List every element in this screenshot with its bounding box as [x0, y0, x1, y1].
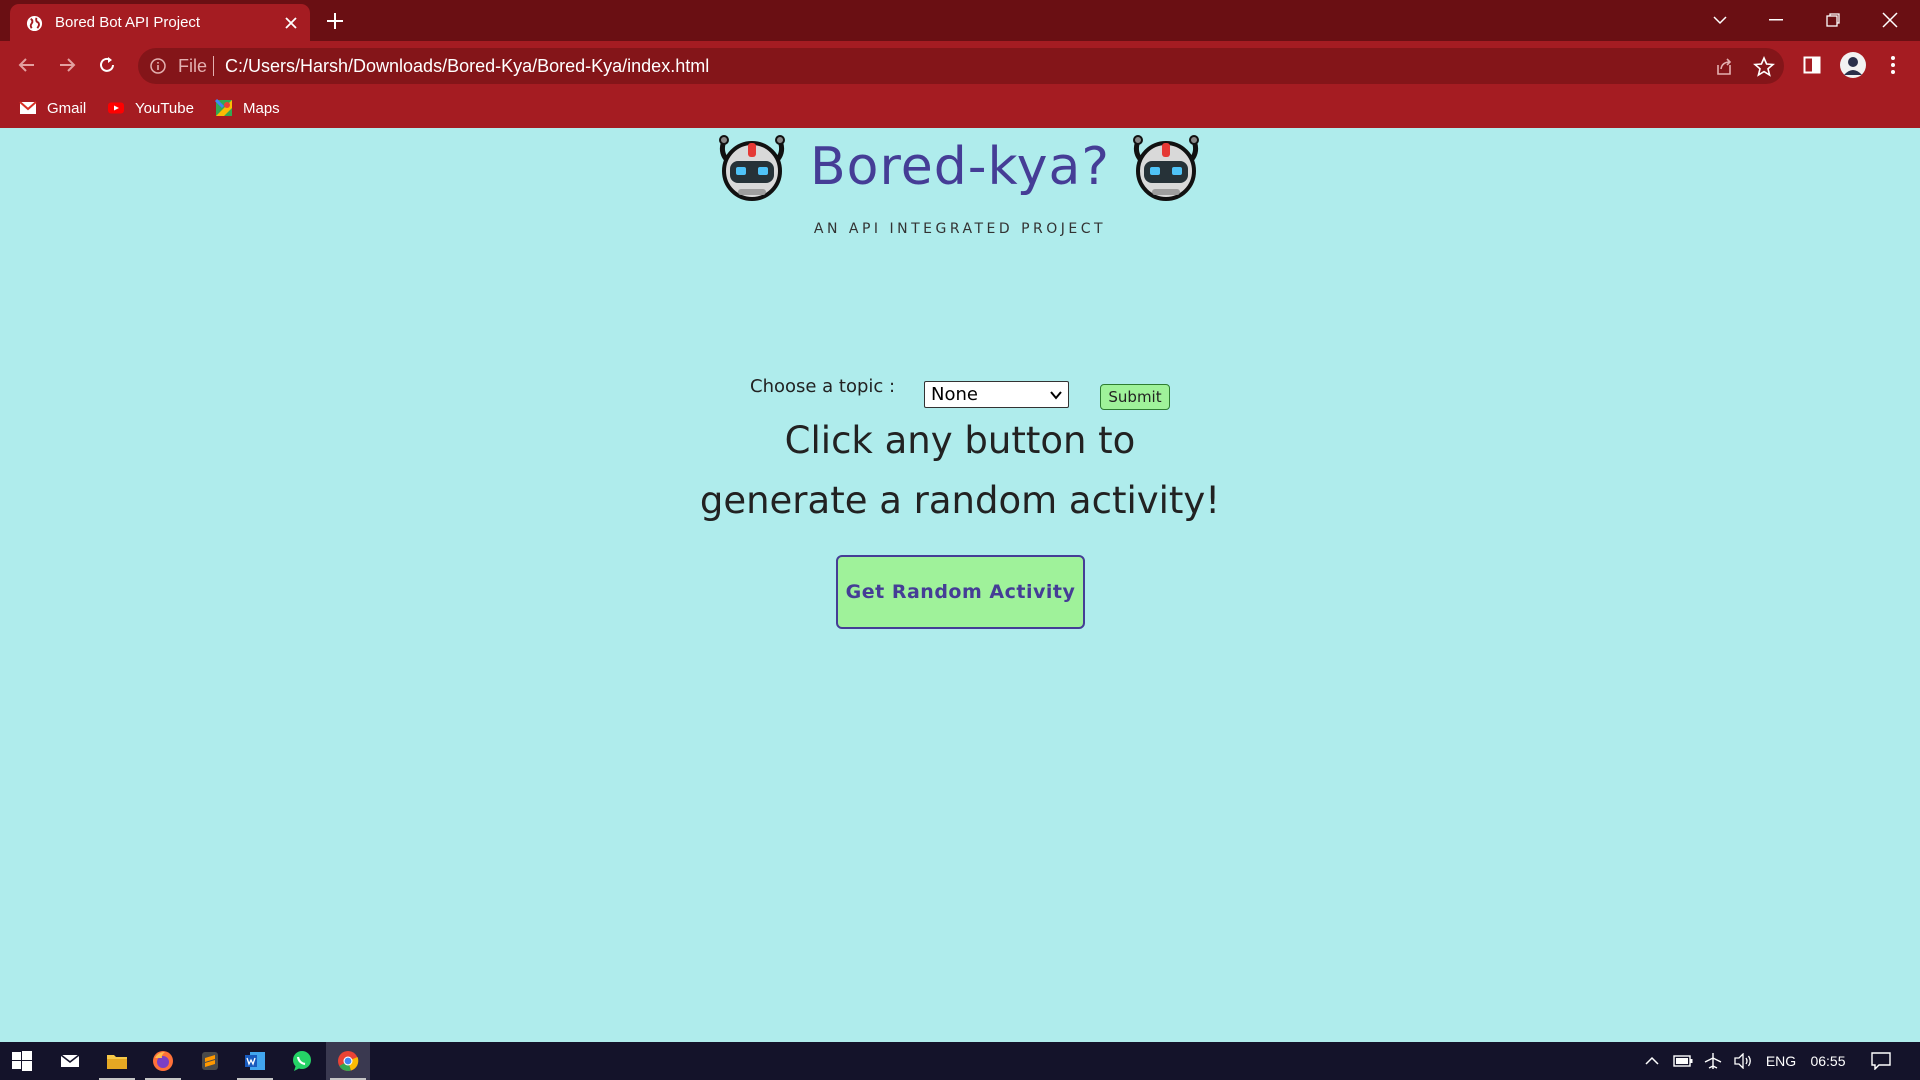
- battery-icon[interactable]: [1670, 1042, 1696, 1080]
- reload-icon[interactable]: [92, 50, 122, 80]
- maps-icon: [215, 99, 232, 116]
- airplane-mode-icon[interactable]: [1700, 1042, 1726, 1080]
- notifications-icon[interactable]: [1866, 1042, 1896, 1080]
- tab-strip: Bored Bot API Project: [0, 0, 1920, 41]
- topic-select[interactable]: None: [924, 381, 1069, 408]
- language-indicator[interactable]: ENG: [1762, 1042, 1800, 1080]
- volume-icon[interactable]: [1730, 1042, 1756, 1080]
- chevron-down-icon: [1050, 391, 1062, 400]
- share-icon[interactable]: [1713, 56, 1735, 78]
- browser-tab[interactable]: Bored Bot API Project: [10, 4, 310, 41]
- sublime-text-icon[interactable]: [188, 1042, 232, 1080]
- bookmark-maps[interactable]: Maps: [215, 97, 280, 119]
- gmail-icon: [19, 101, 37, 114]
- windows-taskbar: ENG 06:55: [0, 1042, 1920, 1080]
- close-window-icon[interactable]: [1870, 6, 1910, 34]
- youtube-icon: [108, 102, 124, 114]
- prompt-line-2: generate a random activity!: [699, 479, 1221, 522]
- restore-icon[interactable]: [1813, 6, 1853, 34]
- bookmark-label: Gmail: [47, 99, 87, 117]
- windows-start-icon[interactable]: [0, 1042, 44, 1080]
- chrome-icon[interactable]: [326, 1042, 370, 1080]
- page-title: Bored-kya?: [810, 137, 1110, 197]
- topic-select-value: None: [931, 384, 978, 405]
- bookmarks-bar: Gmail YouTube Maps: [0, 89, 1920, 128]
- bookmark-star-icon[interactable]: [1753, 56, 1775, 78]
- topic-label: Choose a topic :: [750, 376, 896, 397]
- new-tab-icon[interactable]: [324, 10, 346, 32]
- show-hidden-icons-icon[interactable]: [1640, 1042, 1664, 1080]
- tab-search-icon[interactable]: [1700, 6, 1740, 34]
- whatsapp-icon[interactable]: [280, 1042, 324, 1080]
- profile-avatar[interactable]: [1838, 50, 1868, 80]
- prompt-line-1: Click any button to: [784, 419, 1136, 462]
- bookmark-label: Maps: [243, 99, 280, 117]
- file-explorer-icon[interactable]: [95, 1042, 139, 1080]
- bookmark-youtube[interactable]: YouTube: [107, 97, 194, 119]
- browser-toolbar: File C:/Users/Harsh/Downloads/Bored-Kya/…: [0, 41, 1920, 89]
- address-bar[interactable]: File C:/Users/Harsh/Downloads/Bored-Kya/…: [138, 48, 1784, 84]
- url-scheme: File: [178, 56, 208, 76]
- clock[interactable]: 06:55: [1806, 1042, 1850, 1080]
- firefox-icon[interactable]: [141, 1042, 185, 1080]
- word-icon[interactable]: [233, 1042, 277, 1080]
- menu-kebab-icon[interactable]: [1878, 50, 1908, 80]
- page-subtitle: AN API INTEGRATED PROJECT: [813, 221, 1107, 237]
- tab-title: Bored Bot API Project: [55, 14, 201, 31]
- info-icon[interactable]: [149, 57, 167, 75]
- close-tab-icon[interactable]: [282, 14, 300, 32]
- minimize-icon[interactable]: [1756, 6, 1796, 34]
- forward-icon[interactable]: [52, 50, 82, 80]
- globe-icon: [26, 15, 43, 32]
- mail-icon[interactable]: [48, 1042, 92, 1080]
- url-separator: [213, 56, 214, 76]
- side-panel-icon[interactable]: [1797, 50, 1827, 80]
- submit-button[interactable]: Submit: [1100, 384, 1170, 410]
- get-random-activity-button[interactable]: Get Random Activity: [836, 555, 1085, 629]
- bookmark-label: YouTube: [135, 99, 194, 117]
- back-icon[interactable]: [12, 50, 42, 80]
- bookmark-gmail[interactable]: Gmail: [19, 97, 86, 119]
- url-text[interactable]: C:/Users/Harsh/Downloads/Bored-Kya/Bored…: [225, 56, 709, 77]
